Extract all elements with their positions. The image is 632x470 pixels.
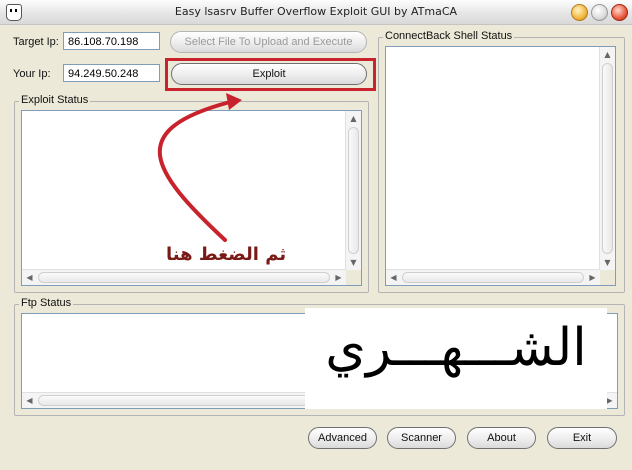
connectback-status-listbox[interactable]: ▲ ▼ ◀ ▶ [385, 46, 616, 286]
ftp-status-label: Ftp Status [19, 297, 74, 309]
scroll-down-icon[interactable]: ▼ [346, 255, 361, 270]
main-window: Easy lsasrv Buffer Overflow Exploit GUI … [0, 0, 632, 470]
advanced-button[interactable]: Advanced [308, 427, 377, 449]
signature-text: الشـــهـــري [325, 318, 587, 378]
maximize-icon[interactable] [591, 4, 608, 21]
scroll-up-icon[interactable]: ▲ [600, 47, 615, 62]
about-button[interactable]: About [467, 427, 536, 449]
exploit-status-label: Exploit Status [19, 94, 91, 106]
close-icon[interactable] [611, 4, 628, 21]
annotation-arrow-icon [157, 93, 242, 242]
horizontal-scrollbar[interactable]: ◀ ▶ [386, 269, 600, 285]
scroll-left-icon[interactable]: ◀ [22, 393, 37, 408]
scroll-thumb[interactable] [38, 272, 330, 283]
target-ip-label: Target Ip: [13, 36, 59, 48]
scroll-left-icon[interactable]: ◀ [386, 270, 401, 285]
scroll-thumb[interactable] [602, 63, 613, 254]
vertical-scrollbar[interactable]: ▲ ▼ [599, 47, 615, 270]
scroll-left-icon[interactable]: ◀ [22, 270, 37, 285]
horizontal-scrollbar[interactable]: ◀ ▶ [22, 269, 346, 285]
signature-banner: الشـــهـــري [305, 308, 607, 409]
instruction-text: ثم الضغط هنا [166, 244, 287, 265]
scroll-right-icon[interactable]: ▶ [585, 270, 600, 285]
scroll-up-icon[interactable]: ▲ [346, 111, 361, 126]
scanner-button[interactable]: Scanner [387, 427, 456, 449]
minimize-icon[interactable] [571, 4, 588, 21]
exit-button[interactable]: Exit [547, 427, 617, 449]
scroll-thumb[interactable] [348, 127, 359, 254]
target-ip-field[interactable]: 86.108.70.198 [63, 32, 160, 50]
exploit-highlight-box [165, 58, 376, 91]
window-title: Easy lsasrv Buffer Overflow Exploit GUI … [174, 5, 458, 18]
connectback-status-label: ConnectBack Shell Status [383, 30, 515, 42]
vertical-scrollbar[interactable]: ▲ ▼ [345, 111, 361, 270]
scroll-corner [346, 270, 361, 285]
scroll-down-icon[interactable]: ▼ [600, 255, 615, 270]
your-ip-field[interactable]: 94.249.50.248 [63, 64, 160, 82]
scroll-right-icon[interactable]: ▶ [331, 270, 346, 285]
scroll-thumb[interactable] [402, 272, 584, 283]
your-ip-label: Your Ip: [13, 68, 51, 80]
title-bar[interactable]: Easy lsasrv Buffer Overflow Exploit GUI … [0, 0, 632, 25]
scroll-corner [600, 270, 615, 285]
select-file-button[interactable]: Select File To Upload and Execute [170, 31, 367, 53]
